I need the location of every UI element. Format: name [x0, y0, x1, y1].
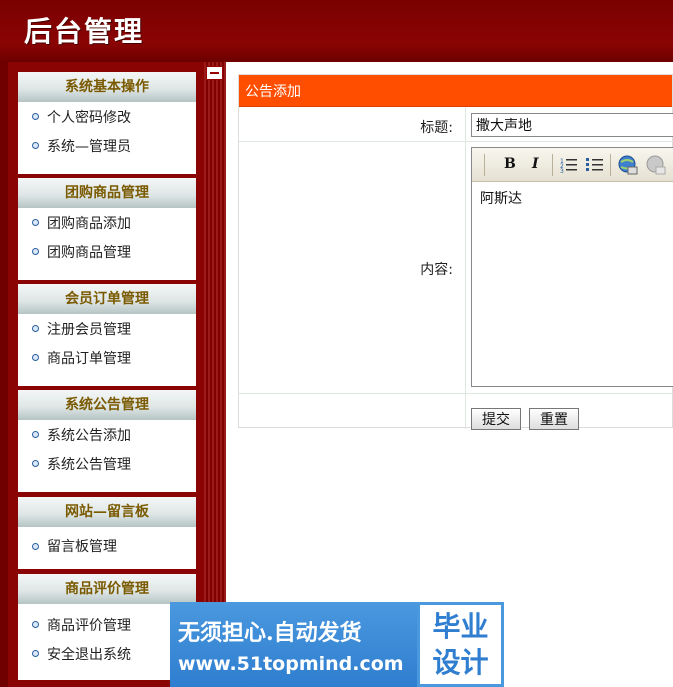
bullet-icon	[32, 460, 39, 467]
menu-group-guestbook: 网站—留言板 留言板管理	[18, 497, 196, 569]
watermark-banner: 无须担心.自动发货 www.51topmind.com 毕业 设计	[170, 602, 504, 687]
bullet-icon	[32, 142, 39, 149]
italic-button[interactable]: I	[532, 156, 539, 172]
menu-group-system-basic: 系统基本操作 个人密码修改 系统—管理员	[18, 72, 196, 174]
top-header: 后台管理	[0, 0, 673, 62]
unlink-icon[interactable]	[646, 155, 666, 175]
bullet-icon	[32, 354, 39, 361]
bullet-icon	[32, 219, 39, 226]
menu-group-title: 团购商品管理	[18, 178, 196, 208]
sidebar-item-guestbook[interactable]: 留言板管理	[18, 527, 196, 565]
watermark-url: www.51topmind.com	[178, 652, 404, 675]
menu-group-title: 会员订单管理	[18, 284, 196, 314]
menu-group-title: 网站—留言板	[18, 497, 196, 527]
sidebar-item-label: 商品评价管理	[47, 617, 131, 634]
sidebar-item-label: 团购商品管理	[47, 244, 131, 261]
sidebar-item-admins[interactable]: 系统—管理员	[18, 131, 196, 160]
bullet-icon	[32, 621, 39, 628]
toolbar-separator	[552, 154, 553, 176]
minus-icon	[210, 72, 219, 74]
title-input[interactable]	[471, 113, 673, 137]
title-label: 标题:	[420, 120, 453, 136]
menu-group-title: 系统基本操作	[18, 72, 196, 102]
bullet-icon	[32, 325, 39, 332]
watermark-slogan: 无须担心.自动发货	[178, 619, 362, 646]
bullet-icon	[32, 248, 39, 255]
menu-group-title: 商品评价管理	[18, 574, 196, 604]
watermark-badge-line1: 毕业	[432, 609, 489, 643]
sidebar-item-orders[interactable]: 商品订单管理	[18, 343, 196, 372]
unordered-list-icon[interactable]	[586, 157, 604, 173]
watermark-text-block: 无须担心.自动发货 www.51topmind.com	[170, 602, 417, 687]
editor-content[interactable]: 阿斯达	[472, 182, 673, 214]
reset-button[interactable]: 重置	[529, 408, 579, 430]
main-content: 公告添加 标题: 内容: B I 123 阿斯达 提交 重置	[226, 62, 673, 687]
sidebar-item-label: 留言板管理	[47, 539, 117, 555]
column-divider	[465, 107, 466, 429]
sidebar-item-label: 安全退出系统	[47, 646, 131, 663]
row-divider	[239, 141, 673, 142]
row-divider	[239, 393, 673, 394]
announcement-form-panel: 公告添加 标题: 内容: B I 123 阿斯达 提交 重置	[238, 74, 673, 430]
sidebar-item-add-announcement[interactable]: 系统公告添加	[18, 420, 196, 449]
collapse-sidebar-button[interactable]	[206, 66, 223, 80]
sidebar-item-label: 团购商品添加	[47, 215, 131, 232]
sidebar-item-manage-announcement[interactable]: 系统公告管理	[18, 449, 196, 478]
bold-button[interactable]: B	[504, 156, 516, 172]
menu-group-title: 系统公告管理	[18, 390, 196, 420]
sidebar-item-label: 系统公告添加	[47, 427, 131, 444]
app-title: 后台管理	[24, 15, 145, 48]
sidebar-item-label: 个人密码修改	[47, 109, 131, 126]
sidebar-item-label: 系统公告管理	[47, 456, 131, 473]
sidebar-item-members[interactable]: 注册会员管理	[18, 314, 196, 343]
submit-button[interactable]: 提交	[471, 408, 521, 430]
toolbar-separator	[610, 154, 611, 176]
bullet-icon	[32, 650, 39, 657]
bullet-icon	[32, 431, 39, 438]
bullet-icon	[32, 542, 39, 550]
menu-group-members-orders: 会员订单管理 注册会员管理 商品订单管理	[18, 284, 196, 386]
sidebar-item-label: 注册会员管理	[47, 321, 131, 338]
ordered-list-icon[interactable]: 123	[560, 157, 578, 173]
globe-link-icon[interactable]	[618, 155, 638, 175]
toolbar-grip	[484, 154, 485, 176]
content-label: 内容:	[420, 262, 453, 278]
sidebar-item-change-password[interactable]: 个人密码修改	[18, 102, 196, 131]
watermark-badge-line2: 设计	[432, 645, 489, 679]
watermark-badge: 毕业 设计	[417, 602, 504, 687]
menu-group-announcements: 系统公告管理 系统公告添加 系统公告管理	[18, 390, 196, 492]
sidebar-item-label: 商品订单管理	[47, 350, 131, 367]
panel-title: 公告添加	[239, 75, 672, 107]
editor-toolbar: B I 123	[472, 148, 673, 182]
svg-text:3: 3	[560, 168, 564, 173]
sidebar-splitter[interactable]	[204, 62, 226, 687]
rich-text-editor[interactable]: B I 123 阿斯达	[471, 147, 673, 387]
sidebar-item-label: 系统—管理员	[47, 138, 131, 155]
sidebar-item-add-group-product[interactable]: 团购商品添加	[18, 208, 196, 237]
bullet-icon	[32, 113, 39, 120]
sidebar-item-manage-group-product[interactable]: 团购商品管理	[18, 237, 196, 266]
menu-group-group-buy: 团购商品管理 团购商品添加 团购商品管理	[18, 178, 196, 280]
